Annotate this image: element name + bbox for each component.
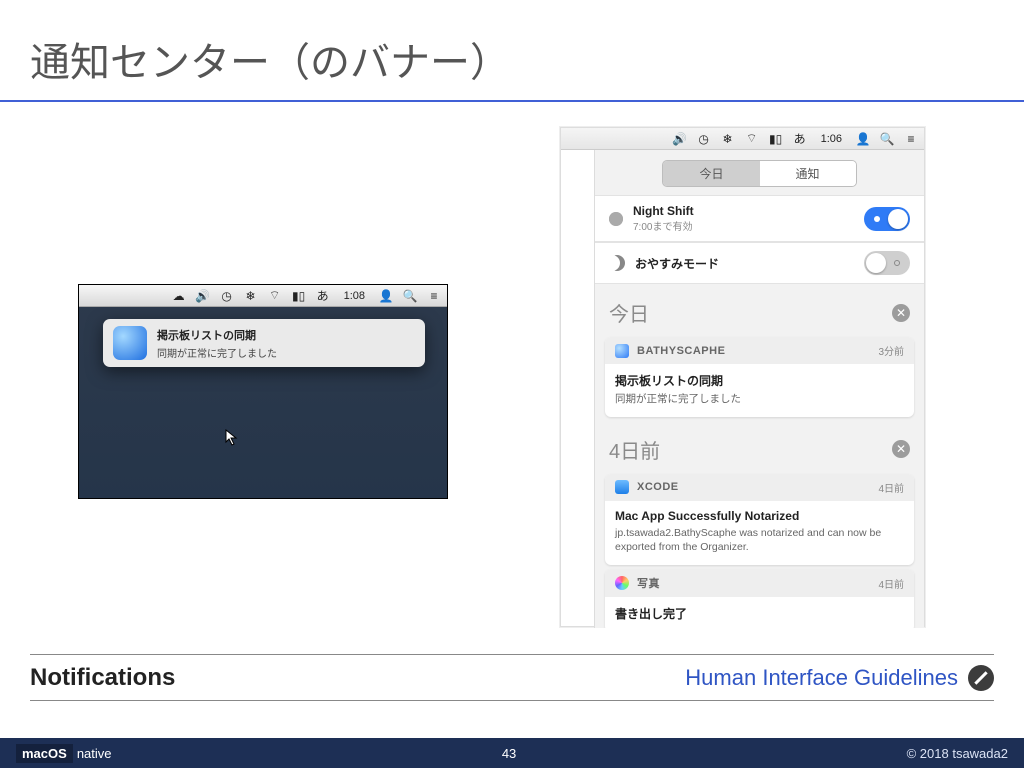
volume-icon: 🔊 bbox=[673, 132, 687, 146]
list-icon: ≡ bbox=[904, 132, 918, 146]
list-icon: ≡ bbox=[427, 289, 441, 303]
night-shift-sub: 7:00まで有効 bbox=[633, 218, 694, 233]
notif-app-name: 写真 bbox=[637, 575, 660, 591]
footer-brand: macOSnative bbox=[16, 746, 112, 761]
notification-card[interactable]: BATHYSCAPHE 3分前 掲示板リストの同期 同期が正常に完了しました bbox=[605, 337, 914, 417]
hig-link[interactable]: Human Interface Guidelines bbox=[685, 665, 994, 691]
night-shift-toggle[interactable] bbox=[864, 207, 910, 231]
tab-today[interactable]: 今日 bbox=[663, 161, 759, 186]
dnd-row: おやすみモード bbox=[595, 242, 924, 284]
app-icon bbox=[113, 326, 147, 360]
clear-section-button[interactable]: ✕ bbox=[892, 440, 910, 458]
search-icon: 🔍 bbox=[403, 289, 417, 303]
cursor-icon bbox=[225, 429, 239, 447]
section-header: 4日前 ✕ bbox=[595, 421, 924, 470]
notif-title: 掲示板リストの同期 bbox=[615, 372, 904, 389]
banner-title: 掲示板リストの同期 bbox=[157, 327, 277, 343]
notification-card[interactable]: XCODE 4日前 Mac App Successfully Notarized… bbox=[605, 474, 914, 565]
battery-icon: ▮▯ bbox=[292, 289, 306, 303]
volume-icon: 🔊 bbox=[196, 289, 210, 303]
nc-panel: 今日 通知 Night Shift 7:00まで有効 おやすみモード bbox=[594, 150, 924, 628]
divider bbox=[30, 700, 994, 701]
notif-title: Mac App Successfully Notarized bbox=[615, 509, 904, 523]
section-title: 4日前 bbox=[609, 435, 660, 464]
nc-menubar: 🔊 ◷ ❄ ⌔ ▮▯ あ 1:06 👤 🔍 ≡ bbox=[561, 128, 924, 150]
dnd-label: おやすみモード bbox=[635, 255, 719, 272]
cloud-icon: ☁ bbox=[172, 289, 186, 303]
clock-icon: ◷ bbox=[697, 132, 711, 146]
notif-body: jp.tsawada2.BathyScaphe was notarized an… bbox=[615, 526, 904, 555]
section-header: 今日 ✕ bbox=[595, 284, 924, 333]
title-divider bbox=[0, 100, 1024, 102]
night-shift-row: Night Shift 7:00まで有効 bbox=[595, 195, 924, 242]
banner-sample-screenshot: ☁ 🔊 ◷ ❄ ⌔ ▮▯ あ 1:08 👤 🔍 ≡ 掲示板リストの同期 同期が正… bbox=[78, 284, 448, 499]
nc-menubar-time: 1:06 bbox=[821, 133, 842, 145]
notif-title: 書き出し完了 bbox=[615, 605, 904, 622]
slide-title: 通知センター（のバナー） bbox=[30, 30, 510, 88]
battery-icon: ▮▯ bbox=[769, 132, 783, 146]
notification-center-screenshot: 🔊 ◷ ❄ ⌔ ▮▯ あ 1:06 👤 🔍 ≡ 今日 通知 bbox=[560, 127, 925, 627]
app-icon bbox=[615, 576, 629, 590]
night-shift-icon bbox=[609, 212, 623, 226]
nc-segmented-control[interactable]: 今日 通知 bbox=[595, 160, 924, 187]
tab-notifications[interactable]: 通知 bbox=[760, 161, 856, 186]
slide-footer: macOSnative 43 © 2018 tsawada2 bbox=[0, 738, 1024, 768]
moon-icon bbox=[609, 255, 625, 271]
section-title: 今日 bbox=[609, 298, 649, 327]
hig-link-text: Human Interface Guidelines bbox=[685, 665, 958, 691]
ime-icon: あ bbox=[793, 132, 807, 146]
divider bbox=[30, 654, 994, 655]
night-shift-label: Night Shift bbox=[633, 204, 694, 218]
menubar: ☁ 🔊 ◷ ❄ ⌔ ▮▯ あ 1:08 👤 🔍 ≡ bbox=[79, 285, 447, 307]
wifi-icon: ⌔ bbox=[268, 289, 282, 303]
notification-banner[interactable]: 掲示板リストの同期 同期が正常に完了しました bbox=[103, 319, 425, 367]
snow-icon: ❄ bbox=[244, 289, 258, 303]
notif-body: 同期が正常に完了しました bbox=[615, 392, 904, 407]
user-icon: 👤 bbox=[856, 132, 870, 146]
wifi-icon: ⌔ bbox=[745, 132, 759, 146]
snow-icon: ❄ bbox=[721, 132, 735, 146]
notif-app-name: XCODE bbox=[637, 481, 679, 493]
page-number: 43 bbox=[502, 746, 516, 761]
app-icon bbox=[615, 480, 629, 494]
notification-card[interactable]: 写真 4日前 書き出し完了 bbox=[605, 569, 914, 628]
user-icon: 👤 bbox=[379, 289, 393, 303]
search-icon: 🔍 bbox=[880, 132, 894, 146]
notif-time: 4日前 bbox=[878, 576, 904, 591]
footer-copyright: © 2018 tsawada2 bbox=[907, 746, 1008, 761]
app-icon bbox=[615, 344, 629, 358]
notif-time: 4日前 bbox=[878, 480, 904, 495]
menubar-time: 1:08 bbox=[344, 290, 365, 302]
ime-icon: あ bbox=[316, 289, 330, 303]
safari-icon bbox=[968, 665, 994, 691]
clock-icon: ◷ bbox=[220, 289, 234, 303]
notif-app-name: BATHYSCAPHE bbox=[637, 345, 725, 357]
notif-time: 3分前 bbox=[878, 343, 904, 358]
dnd-toggle[interactable] bbox=[864, 251, 910, 275]
clear-section-button[interactable]: ✕ bbox=[892, 304, 910, 322]
topic-label: Notifications bbox=[30, 664, 175, 692]
banner-body: 同期が正常に完了しました bbox=[157, 345, 277, 360]
